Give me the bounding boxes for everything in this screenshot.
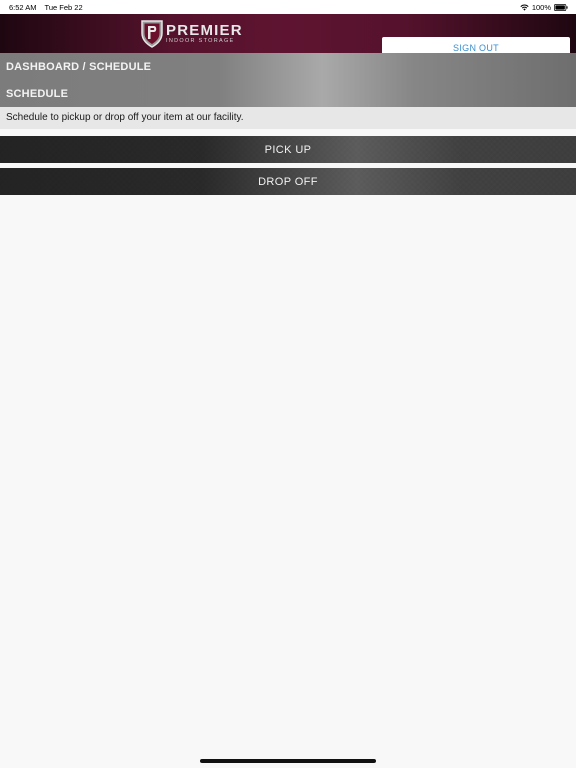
pick-up-button[interactable]: PICK UP (0, 136, 576, 163)
page-description: Schedule to pickup or drop off your item… (6, 112, 244, 123)
title-band: DASHBOARD / SCHEDULE SCHEDULE (0, 53, 576, 107)
description-row: Schedule to pickup or drop off your item… (0, 107, 576, 129)
logo-tagline: INDOOR STORAGE (166, 37, 235, 44)
drop-off-button[interactable]: DROP OFF (0, 168, 576, 195)
wifi-icon (520, 4, 529, 11)
logo-wordmark: PREMIER (166, 21, 243, 39)
battery-icon (554, 3, 568, 11)
status-bar: 6:52 AM Tue Feb 22 100% (0, 0, 576, 14)
status-left: 6:52 AM Tue Feb 22 (9, 3, 83, 12)
battery-percent: 100% (531, 2, 551, 12)
home-indicator (200, 759, 376, 763)
shield-logo-icon (141, 20, 163, 48)
page-title: SCHEDULE (6, 88, 69, 100)
premier-logo: PREMIER INDOOR STORAGE (140, 19, 250, 48)
logo-text: PREMIER INDOOR STORAGE (166, 23, 243, 45)
status-time: 6:52 AM (9, 2, 37, 12)
status-date: Tue Feb 22 (44, 2, 83, 12)
breadcrumb: DASHBOARD / SCHEDULE (6, 61, 152, 73)
status-right: 100% (520, 3, 568, 12)
app-header: PREMIER INDOOR STORAGE SIGN OUT (0, 14, 576, 58)
